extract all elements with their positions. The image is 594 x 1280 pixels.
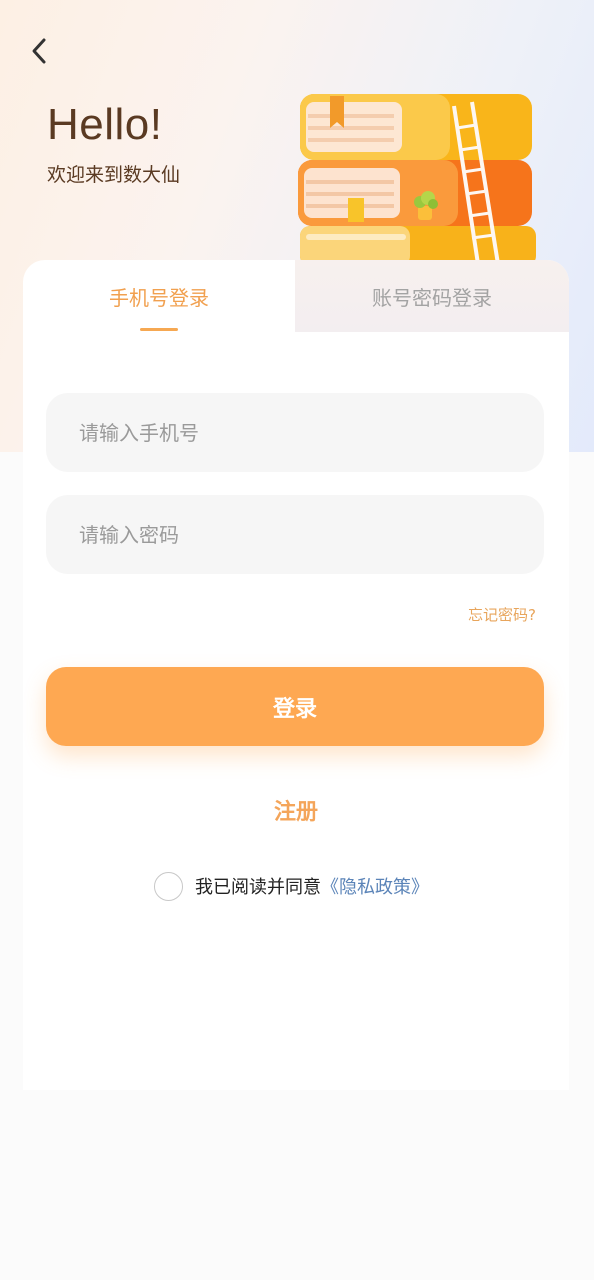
books-illustration [298, 94, 536, 264]
agreement-row: 我已阅读并同意 《隐私政策》 [154, 871, 429, 901]
agreement-checkbox[interactable] [154, 871, 183, 901]
greeting-title: Hello! [47, 100, 163, 149]
welcome-subtitle: 欢迎来到数大仙 [47, 164, 181, 186]
login-button[interactable]: 登录 [46, 667, 544, 746]
phone-input[interactable] [46, 393, 544, 472]
tab-phone-login[interactable]: 手机号登录 [23, 260, 295, 332]
agreement-text: 我已阅读并同意 [195, 877, 321, 898]
login-card: 手机号登录 账号密码登录 忘记密码? 登录 注册 我已阅读并同意 《隐私政策》 [23, 260, 569, 1090]
chevron-left-icon [32, 38, 46, 64]
tab-account-login[interactable]: 账号密码登录 [295, 260, 569, 332]
back-button[interactable] [22, 34, 56, 68]
register-link[interactable]: 注册 [23, 794, 569, 826]
forgot-password-link[interactable]: 忘记密码? [468, 604, 536, 625]
privacy-policy-link[interactable]: 《隐私政策》 [321, 873, 429, 899]
password-input[interactable] [46, 495, 544, 574]
active-tab-indicator [140, 328, 178, 331]
